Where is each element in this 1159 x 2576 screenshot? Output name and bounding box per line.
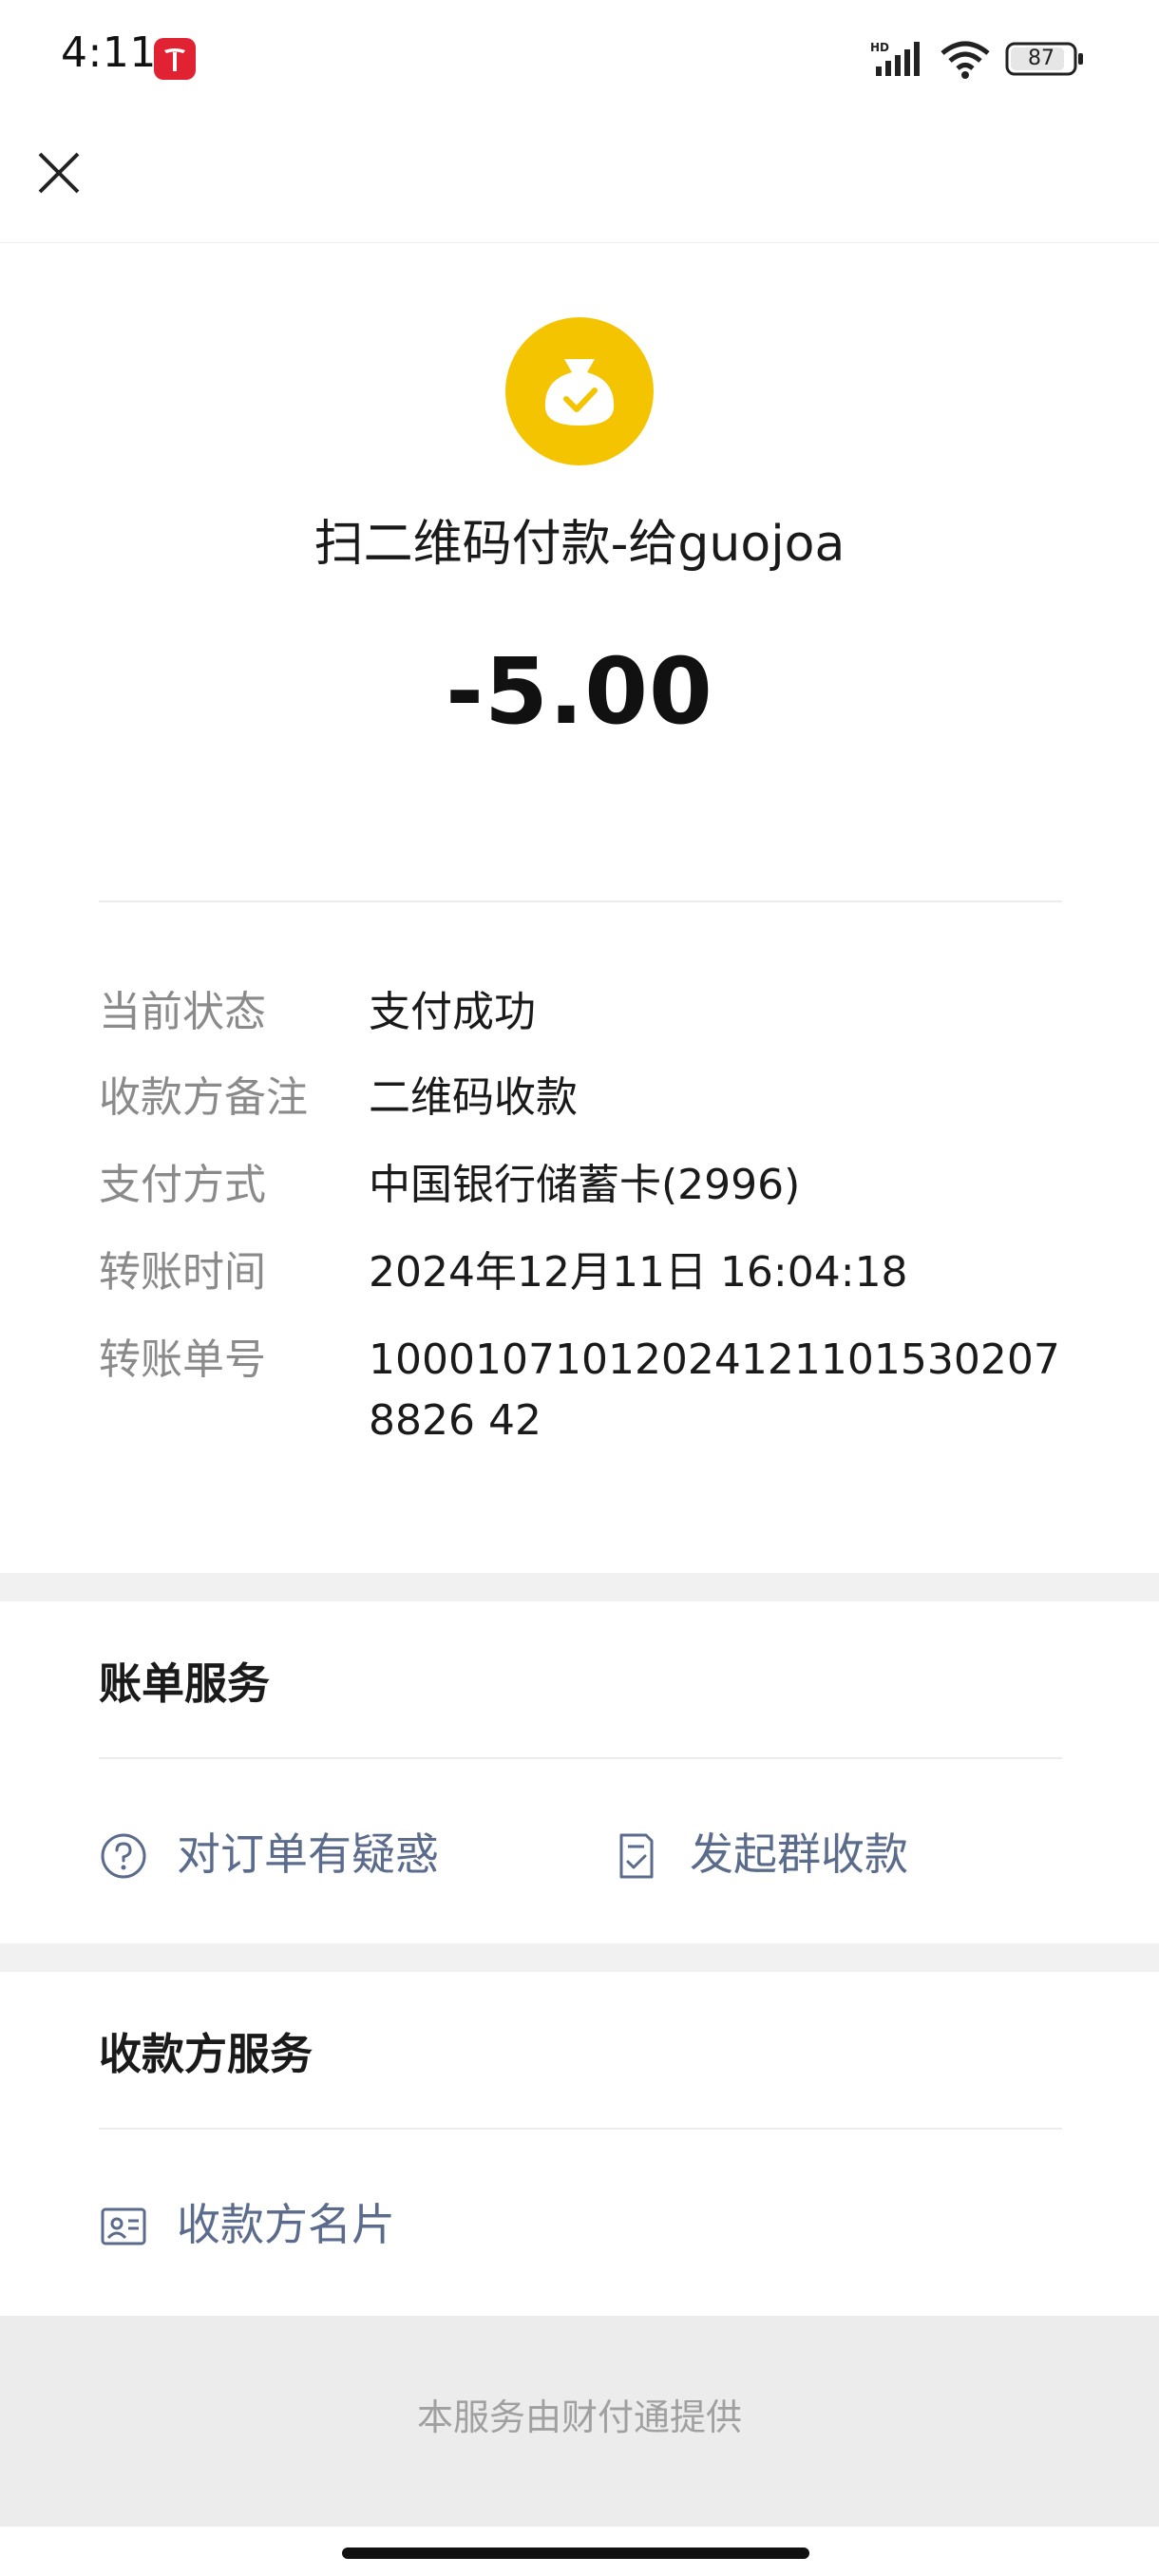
detail-value: 中国银行储蓄卡(2996): [369, 1161, 801, 1209]
network-label: HD: [870, 41, 889, 54]
battery-level: 87: [1028, 47, 1054, 70]
footer: 本服务由财付通提供: [0, 2316, 1159, 2527]
status-indicators: HD 87: [870, 38, 1098, 80]
contact-card-icon: [99, 2202, 148, 2251]
money-bag-check-icon: [505, 317, 654, 465]
footer-text: 本服务由财付通提供: [416, 2396, 742, 2438]
home-indicator[interactable]: [342, 2548, 809, 2559]
document-check-icon: [612, 1831, 661, 1881]
order-question-button[interactable]: 对订单有疑惑: [99, 1816, 498, 1892]
payee-card-label: 收款方名片: [177, 2199, 395, 2250]
detail-value: 2024年12月11日 16:04:18: [369, 1248, 908, 1297]
signal-icon: HD: [870, 41, 920, 76]
app-notification-icon: [154, 38, 196, 80]
divider: [99, 2128, 1062, 2130]
detail-label: 支付方式: [99, 1161, 266, 1209]
nav-bar: [0, 114, 1159, 243]
order-question-label: 对订单有疑惑: [177, 1828, 439, 1880]
detail-label: 转账单号: [99, 1335, 266, 1384]
payee-service-title: 收款方服务: [99, 2029, 314, 2079]
group-collection-label: 发起群收款: [690, 1828, 908, 1880]
detail-label: 转账时间: [99, 1248, 266, 1297]
payment-title: 扫二维码付款-给guojoa: [314, 516, 846, 573]
section-separator: [0, 1573, 1159, 1601]
detail-value: 二维码收款: [369, 1073, 578, 1122]
group-collection-button[interactable]: 发起群收款: [612, 1816, 1011, 1892]
close-icon: [38, 152, 80, 194]
status-bar: 4:11 HD 87: [0, 0, 1159, 114]
status-time: 4:11: [61, 28, 157, 77]
close-button[interactable]: [28, 142, 89, 203]
divider: [99, 1757, 1062, 1759]
payee-card-button[interactable]: 收款方名片: [99, 2187, 498, 2263]
detail-label: 当前状态: [99, 988, 266, 1036]
question-circle-icon: [99, 1831, 148, 1881]
payment-amount: -5.00: [446, 638, 713, 745]
detail-label: 收款方备注: [99, 1073, 308, 1122]
detail-value: 支付成功: [369, 988, 536, 1036]
wifi-icon: [940, 41, 990, 79]
battery-icon: 87: [1005, 42, 1085, 76]
divider: [99, 900, 1062, 902]
bill-service-title: 账单服务: [99, 1658, 271, 1709]
detail-value[interactable]: 100010710120241211015302078826 42: [369, 1330, 1068, 1451]
section-separator: [0, 1943, 1159, 1972]
